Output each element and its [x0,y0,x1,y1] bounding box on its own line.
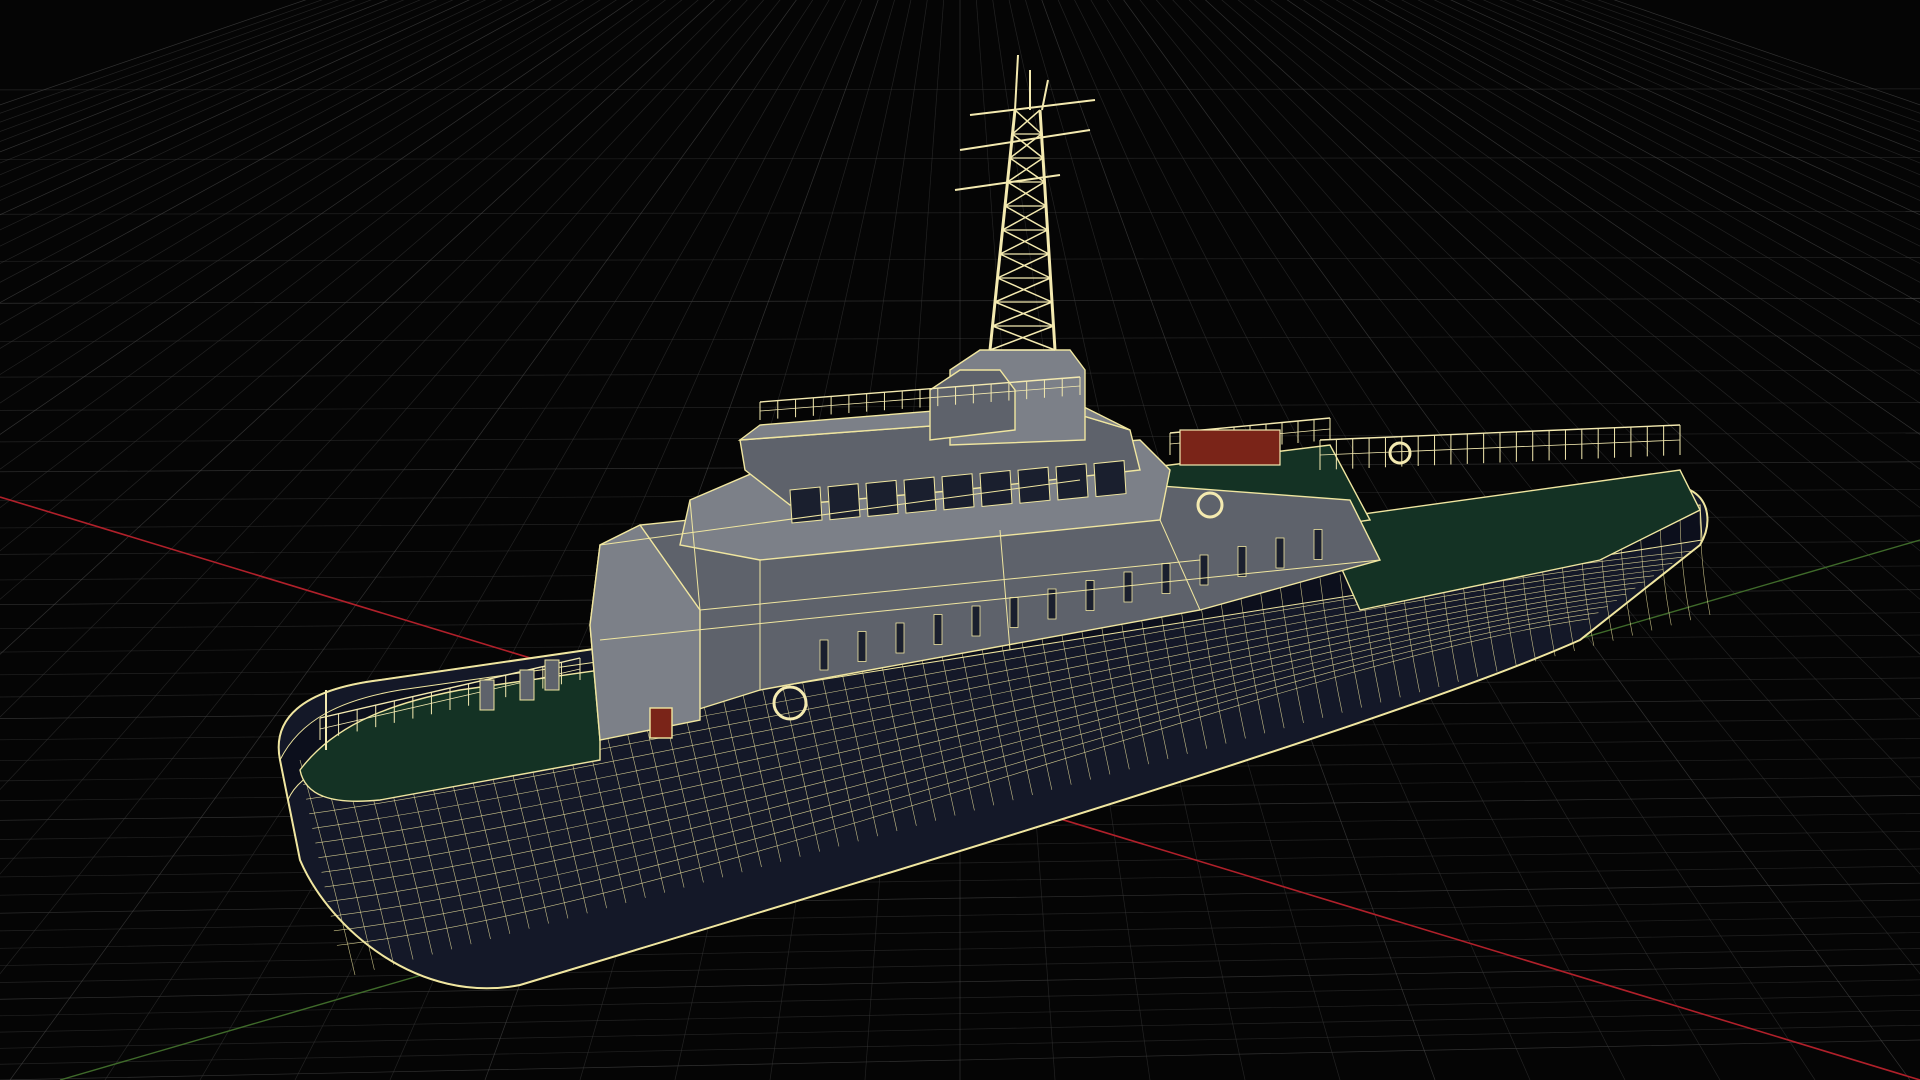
liferaft-container[interactable] [1179,429,1281,466]
porthole-window [1009,597,1019,628]
bow-door[interactable] [649,707,673,739]
viewport-scene[interactable] [0,0,1920,1080]
porthole-window [857,631,867,662]
mast-brace [1004,181,1045,207]
bollard [519,669,535,701]
porthole-window [1199,554,1209,586]
bollard [544,659,560,691]
bridge-window [1055,463,1089,501]
mast-brace [1002,205,1047,231]
mast-yard [969,99,1096,116]
porthole-window [1085,580,1095,611]
bridge-window [979,469,1013,508]
bridge-window [1093,460,1127,498]
mast-brace [999,229,1048,255]
porthole-window [971,605,981,637]
bridge-window [903,476,937,514]
bollard [479,679,495,711]
exhaust-stack[interactable] [929,369,1016,441]
porthole-window [1237,546,1247,577]
3d-viewport[interactable] [0,0,1920,1080]
mast-antenna [1014,54,1019,111]
porthole-window [1313,529,1323,560]
bridge-window [865,479,899,517]
mast-brace [1007,181,1047,207]
bridge-window [827,483,861,521]
porthole-window [1161,563,1171,594]
mast-brace [1004,205,1048,231]
porthole-window [933,614,943,645]
bridge-window [941,473,975,511]
porthole-window [1123,571,1133,603]
lifebuoy-icon[interactable] [1388,441,1412,465]
porthole-window [895,622,905,654]
mast-brace [1014,109,1043,135]
lattice-mast[interactable] [954,54,1096,351]
ship-model[interactable] [277,54,1711,990]
porthole-window [819,639,829,671]
porthole-window [1275,537,1285,569]
